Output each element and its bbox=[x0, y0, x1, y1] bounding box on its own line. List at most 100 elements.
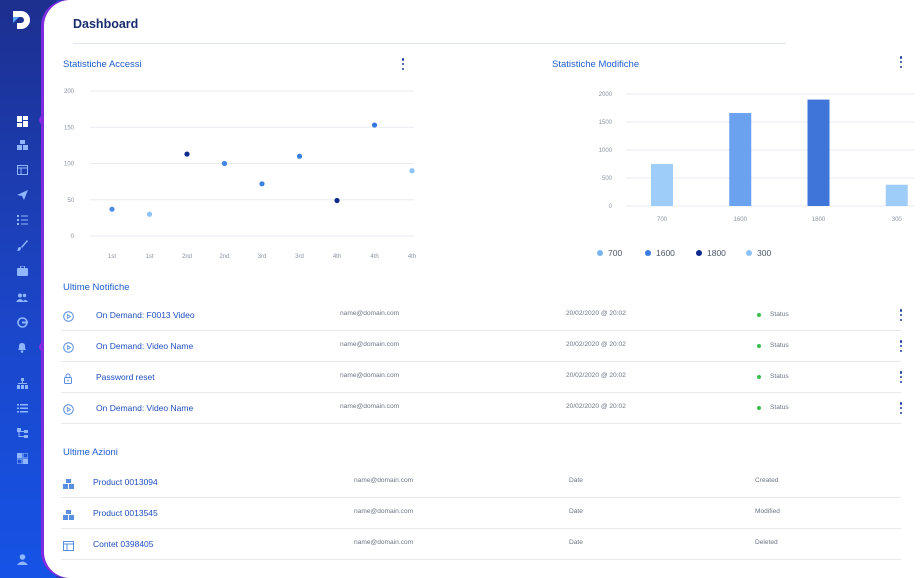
scatter-y-tick-label: 50 bbox=[67, 198, 74, 204]
notification-name[interactable]: On Demand: Video Name bbox=[96, 403, 193, 413]
lock-icon bbox=[63, 371, 74, 384]
widgets-icon[interactable] bbox=[14, 450, 30, 466]
bar-700[interactable] bbox=[651, 164, 673, 206]
scatter-point[interactable] bbox=[334, 197, 340, 204]
access-chart-title: Statistiche Accessi bbox=[63, 59, 142, 70]
bar-y-tick-label: 0 bbox=[609, 204, 613, 210]
users-icon[interactable] bbox=[14, 289, 30, 305]
notification-date: 20/02/2020 @ 20:02 bbox=[566, 310, 626, 317]
bar-x-tick-label: 700 bbox=[657, 217, 668, 223]
scatter-x-tick-label: 3rd bbox=[258, 254, 267, 260]
scatter-y-tick-label: 0 bbox=[71, 234, 75, 240]
access-chart-menu-icon[interactable] bbox=[401, 58, 405, 70]
action-name[interactable]: Product 0013545 bbox=[93, 508, 158, 518]
legend-label: 300 bbox=[757, 248, 772, 258]
legend-label: 1800 bbox=[707, 248, 726, 258]
access-scatter-chart: 0 50 100 150 200 1st 1st 2nd 2nd 3rd 3rd 4th 4th 4th bbox=[64, 89, 416, 260]
legend-dot bbox=[746, 250, 752, 256]
bar-300[interactable] bbox=[885, 184, 908, 206]
notification-name[interactable]: Password reset bbox=[96, 372, 155, 382]
contents-icon[interactable] bbox=[14, 162, 30, 178]
scatter-point[interactable] bbox=[184, 151, 190, 157]
checklist-icon[interactable] bbox=[14, 212, 30, 228]
bar-1800[interactable] bbox=[807, 99, 830, 206]
notification-status: Status bbox=[770, 404, 789, 411]
scatter-x-tick-label: 4th bbox=[333, 254, 341, 260]
send-icon[interactable] bbox=[14, 187, 30, 203]
notification-name[interactable]: On Demand: F0013 Video bbox=[96, 310, 195, 320]
briefcase-icon[interactable] bbox=[14, 263, 30, 279]
notification-date: 20/02/2020 @ 20:02 bbox=[566, 372, 626, 379]
action-date: Date bbox=[569, 539, 583, 546]
notification-row[interactable]: Password reset name@domain.com 20/02/2020 … bbox=[61, 362, 903, 393]
actions-title: Ultime Azioni bbox=[63, 447, 118, 458]
notification-status: Status bbox=[770, 373, 789, 380]
modify-bar-chart: 0 500 1000 1500 2000 700 1600 1800 300 bbox=[599, 92, 914, 223]
scatter-point[interactable] bbox=[409, 168, 415, 174]
products-icon bbox=[63, 507, 74, 520]
bar-y-tick-label: 2000 bbox=[599, 92, 613, 98]
row-menu-icon[interactable] bbox=[899, 309, 903, 321]
action-type: Created bbox=[755, 477, 779, 484]
scatter-x-tick-label: 4th bbox=[370, 254, 378, 260]
modify-chart-title: Statistiche Modifiche bbox=[552, 59, 640, 70]
user-icon[interactable] bbox=[14, 551, 30, 567]
action-name[interactable]: Contet 0398405 bbox=[93, 539, 154, 549]
bar-x-tick-label: 1800 bbox=[812, 217, 826, 223]
logo-icon[interactable] bbox=[10, 8, 34, 32]
legend-label: 700 bbox=[608, 248, 623, 258]
scatter-x-tick-label: 1st bbox=[145, 254, 153, 260]
action-row[interactable]: Product 0013545 name@domain.com Date Modifi… bbox=[61, 498, 901, 529]
row-menu-icon[interactable] bbox=[899, 340, 903, 352]
row-menu-icon[interactable] bbox=[899, 402, 903, 414]
scatter-point[interactable] bbox=[221, 160, 228, 167]
status-dot bbox=[757, 313, 761, 317]
action-row[interactable]: Contet 0398405 name@domain.com Date Deleted bbox=[61, 529, 901, 560]
notification-row[interactable]: On Demand: Video Name name@domain.com 20/0… bbox=[61, 331, 903, 362]
content-icon bbox=[63, 538, 74, 551]
modify-chart-menu-icon[interactable] bbox=[899, 56, 903, 68]
scatter-point[interactable] bbox=[371, 122, 378, 128]
notification-status: Status bbox=[770, 311, 789, 318]
page-title: Dashboard bbox=[73, 17, 139, 31]
brush-icon[interactable] bbox=[14, 237, 30, 253]
hierarchy-icon[interactable] bbox=[14, 375, 30, 391]
notification-row[interactable]: On Demand: F0013 Video name@domain.com 20/… bbox=[61, 300, 903, 331]
scatter-point[interactable] bbox=[259, 181, 265, 187]
bell-icon[interactable] bbox=[14, 339, 30, 355]
notification-name[interactable]: On Demand: Video Name bbox=[96, 341, 193, 351]
action-name[interactable]: Product 0013094 bbox=[93, 477, 158, 487]
scatter-y-tick-label: 150 bbox=[64, 125, 75, 131]
notification-date: 20/02/2020 @ 20:02 bbox=[566, 403, 626, 410]
scatter-point[interactable] bbox=[296, 153, 303, 159]
bar-1600[interactable] bbox=[729, 113, 752, 206]
scatter-y-tick-label: 100 bbox=[64, 162, 75, 168]
tree-icon[interactable] bbox=[14, 425, 30, 441]
products-icon bbox=[63, 476, 74, 489]
scatter-point[interactable] bbox=[146, 211, 153, 217]
status-dot bbox=[757, 375, 761, 379]
legend-item[interactable]: 700 bbox=[597, 248, 622, 258]
play-circle-icon bbox=[63, 402, 74, 415]
scatter-point[interactable] bbox=[109, 206, 115, 212]
legend-dot bbox=[597, 250, 603, 256]
notification-email: name@domain.com bbox=[340, 372, 400, 379]
products-icon[interactable] bbox=[14, 137, 30, 153]
row-menu-icon[interactable] bbox=[899, 371, 903, 383]
action-row[interactable]: Product 0013094 name@domain.com Date Create… bbox=[61, 467, 901, 498]
bar-y-tick-label: 1000 bbox=[599, 148, 613, 154]
legend-item[interactable]: 1800 bbox=[696, 248, 726, 258]
currency-icon[interactable] bbox=[14, 314, 30, 330]
main-panel: Dashboard Statistiche Accessi 0 50 100 150 2… bbox=[44, 0, 920, 578]
dashboard-icon[interactable] bbox=[14, 113, 30, 129]
legend-item[interactable]: 1600 bbox=[645, 248, 675, 258]
action-type: Modified bbox=[755, 508, 780, 515]
list-icon[interactable] bbox=[14, 400, 30, 416]
status-dot bbox=[757, 406, 761, 410]
notification-row[interactable]: On Demand: Video Name name@domain.com 20/0… bbox=[61, 393, 903, 424]
notification-date: 20/02/2020 @ 20:02 bbox=[566, 341, 626, 348]
bar-y-tick-label: 1500 bbox=[599, 120, 613, 126]
notification-email: name@domain.com bbox=[340, 310, 400, 317]
scatter-y-tick-label: 200 bbox=[64, 89, 75, 95]
legend-item[interactable]: 300 bbox=[746, 248, 771, 258]
